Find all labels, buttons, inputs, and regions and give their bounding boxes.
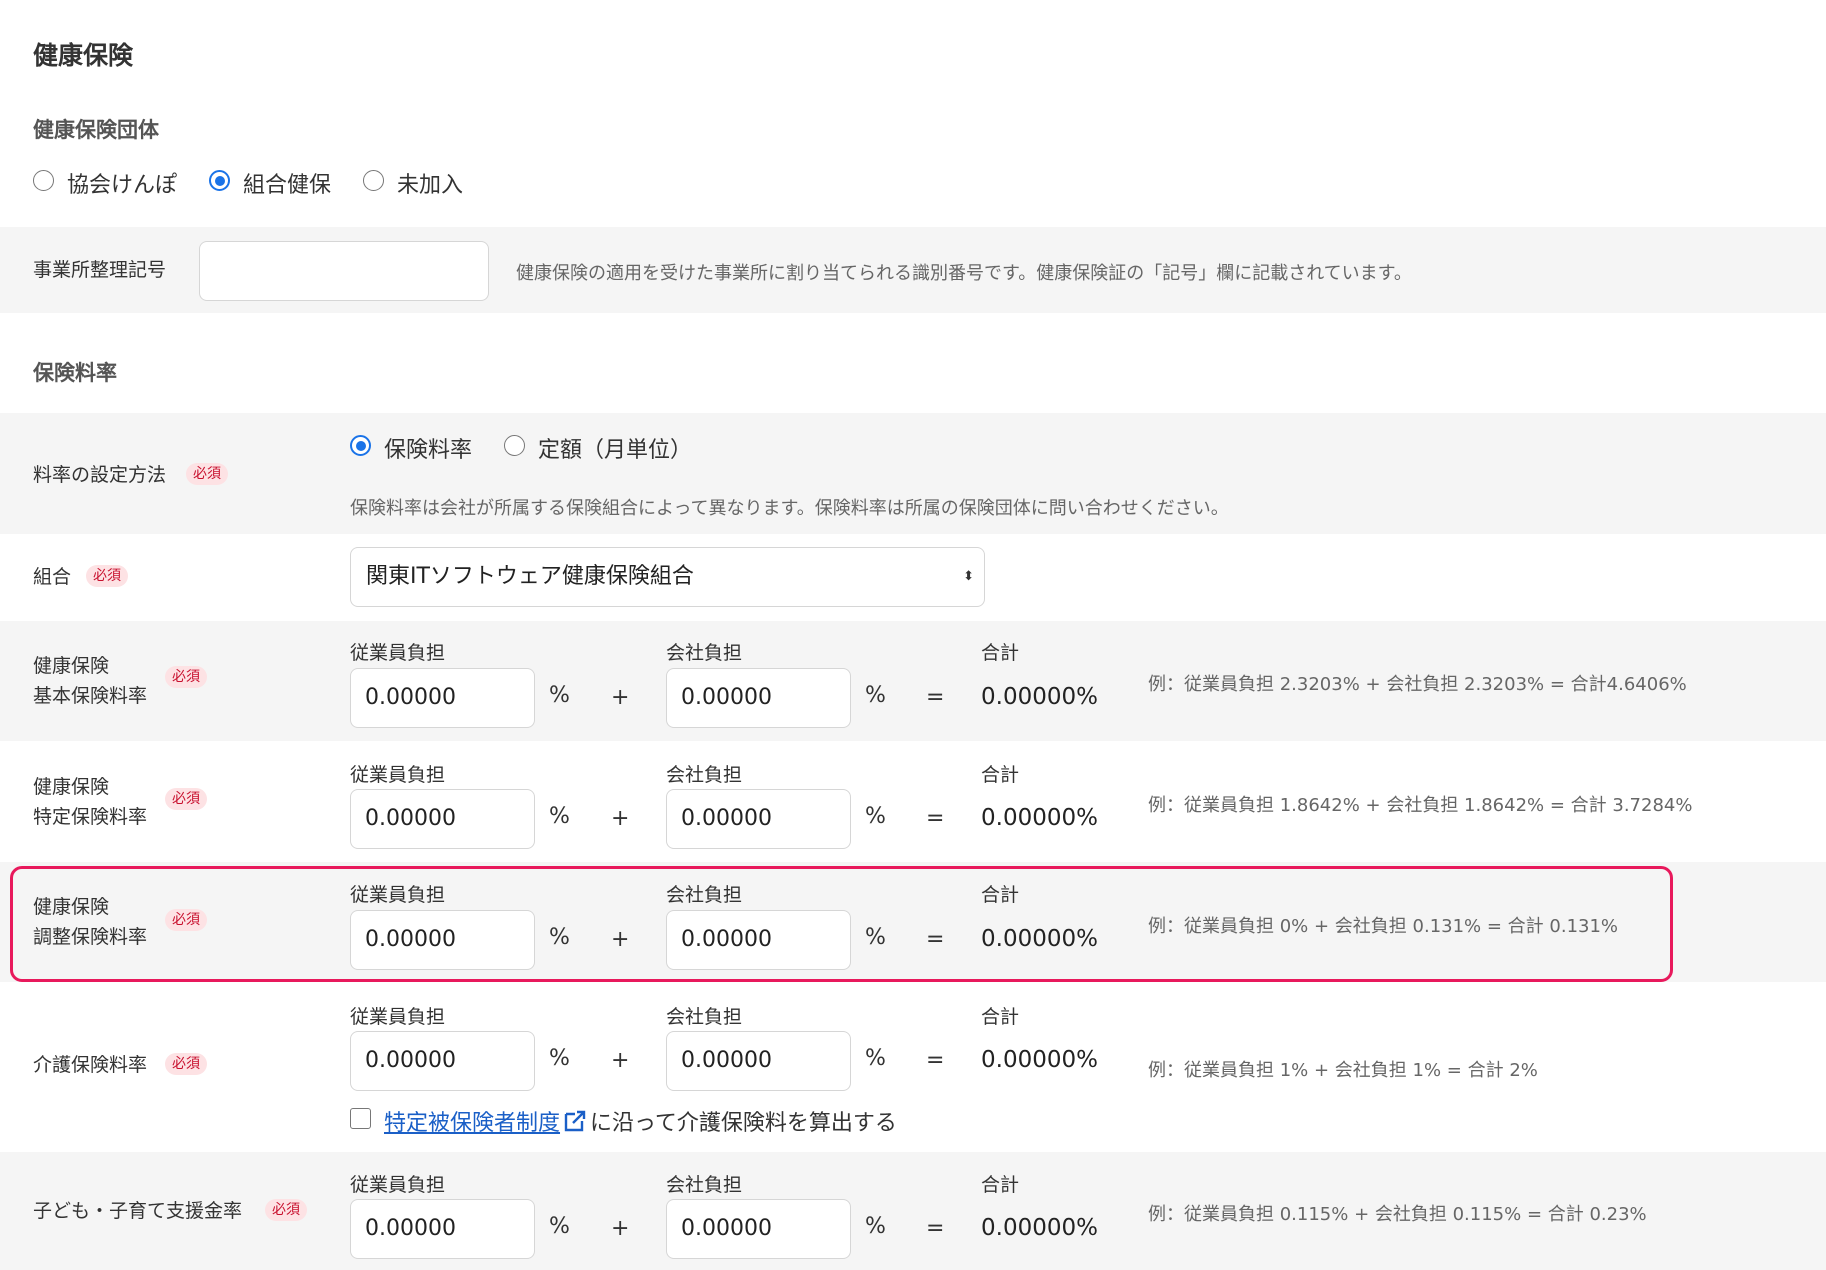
percent-sign: % xyxy=(865,1046,886,1071)
total-caption: 合計 xyxy=(981,642,1020,664)
company-input[interactable]: 0.00000 xyxy=(666,789,851,849)
plus-sign: + xyxy=(611,927,630,952)
rate-example: 例：従業員負担 2.3203% + 会社負担 2.3203% = 合計4.640… xyxy=(1148,674,1687,695)
required-badge: 必須 xyxy=(186,463,228,485)
employee-caption: 従業員負担 xyxy=(350,1006,446,1028)
employee-input[interactable]: 0.00000 xyxy=(350,1031,535,1091)
select-arrows-icon: ⬍ xyxy=(963,569,974,584)
percent-sign: % xyxy=(549,804,570,829)
external-link-icon[interactable] xyxy=(562,1108,588,1140)
care-checkbox[interactable] xyxy=(350,1108,371,1129)
employee-input[interactable]: 0.00000 xyxy=(350,1199,535,1259)
radio-kumiai-label[interactable]: 組合健保 xyxy=(243,167,331,199)
company-input[interactable]: 0.00000 xyxy=(666,910,851,970)
company-caption: 会社負担 xyxy=(666,642,743,664)
radio-kyokai[interactable] xyxy=(33,170,54,191)
rate-method-label: 料率の設定方法 xyxy=(33,464,167,486)
employee-caption: 従業員負担 xyxy=(350,764,446,786)
percent-sign: % xyxy=(549,1046,570,1071)
required-badge: 必須 xyxy=(86,565,128,587)
care-checkbox-label: 特定被保険者制度 に沿って介護保険料を算出する xyxy=(384,1105,897,1140)
total-value: 0.00000% xyxy=(981,1215,1098,1241)
page-title: 健康保険 xyxy=(33,41,134,70)
rate-row-label: 健康保険 xyxy=(33,655,110,677)
equals-sign: = xyxy=(926,685,945,710)
radio-mikanyu-label[interactable]: 未加入 xyxy=(397,167,463,199)
plus-sign: + xyxy=(611,1048,630,1073)
percent-sign: % xyxy=(549,683,570,708)
required-badge: 必須 xyxy=(165,788,207,810)
rate-row-label: 調整保険料率 xyxy=(33,926,148,948)
percent-sign: % xyxy=(865,683,886,708)
radio-kyokai-label[interactable]: 協会けんぽ xyxy=(67,167,177,199)
percent-sign: % xyxy=(865,925,886,950)
equals-sign: = xyxy=(926,927,945,952)
company-caption: 会社負担 xyxy=(666,1174,743,1196)
rate-example: 例：従業員負担 1.8642% + 会社負担 1.8642% = 合計 3.72… xyxy=(1148,795,1693,816)
radio-fixed-label[interactable]: 定額（月単位） xyxy=(538,432,692,464)
company-caption: 会社負担 xyxy=(666,764,743,786)
employee-input[interactable]: 0.00000 xyxy=(350,910,535,970)
percent-sign: % xyxy=(865,804,886,829)
union-label: 組合 xyxy=(33,566,72,588)
rate-row-label: 健康保険 xyxy=(33,896,110,918)
employee-input[interactable]: 0.00000 xyxy=(350,668,535,728)
rate-row-label: 介護保険料率 xyxy=(33,1054,148,1076)
required-badge: 必須 xyxy=(165,909,207,931)
total-value: 0.00000% xyxy=(981,805,1098,831)
radio-fixed[interactable] xyxy=(504,435,525,456)
company-input[interactable]: 0.00000 xyxy=(666,1031,851,1091)
equals-sign: = xyxy=(926,1048,945,1073)
union-select-value: 関東ITソフトウェア健康保険組合 xyxy=(366,564,694,589)
company-caption: 会社負担 xyxy=(666,884,743,906)
rate-row-label: 基本保険料率 xyxy=(33,685,148,707)
employee-caption: 従業員負担 xyxy=(350,642,446,664)
rate-row-label: 特定保険料率 xyxy=(33,806,148,828)
total-value: 0.00000% xyxy=(981,926,1098,952)
required-badge: 必須 xyxy=(165,666,207,688)
radio-mikanyu[interactable] xyxy=(363,170,384,191)
total-caption: 合計 xyxy=(981,1006,1020,1028)
equals-sign: = xyxy=(926,1216,945,1241)
union-select[interactable]: 関東ITソフトウェア健康保険組合 ⬍ xyxy=(350,547,985,607)
total-caption: 合計 xyxy=(981,764,1020,786)
care-link[interactable]: 特定被保険者制度 xyxy=(384,1111,560,1136)
company-input[interactable]: 0.00000 xyxy=(666,668,851,728)
radio-rate-label[interactable]: 保険料率 xyxy=(384,432,472,464)
office-code-label: 事業所整理記号 xyxy=(33,259,167,281)
employee-input[interactable]: 0.00000 xyxy=(350,789,535,849)
employee-caption: 従業員負担 xyxy=(350,1174,446,1196)
total-caption: 合計 xyxy=(981,884,1020,906)
plus-sign: + xyxy=(611,1216,630,1241)
percent-sign: % xyxy=(549,1214,570,1239)
equals-sign: = xyxy=(926,806,945,831)
required-badge: 必須 xyxy=(165,1053,207,1075)
rate-row-label: 子ども・子育て支援金率 xyxy=(33,1200,243,1222)
plus-sign: + xyxy=(611,685,630,710)
company-input[interactable]: 0.00000 xyxy=(666,1199,851,1259)
total-value: 0.00000% xyxy=(981,684,1098,710)
rate-row-label: 健康保険 xyxy=(33,776,110,798)
care-checkbox-text: に沿って介護保険料を算出する xyxy=(590,1111,897,1136)
office-code-hint: 健康保険の適用を受けた事業所に割り当てられる識別番号です。健康保険証の「記号」欄… xyxy=(516,263,1412,284)
radio-rate[interactable] xyxy=(350,435,371,456)
company-caption: 会社負担 xyxy=(666,1006,743,1028)
rate-method-hint: 保険料率は会社が所属する保険組合によって異なります。保険料率は所属の保険団体に問… xyxy=(350,498,1229,519)
plus-sign: + xyxy=(611,806,630,831)
rate-section-title: 保険料率 xyxy=(33,361,117,385)
radio-kumiai[interactable] xyxy=(209,170,230,191)
rate-example: 例：従業員負担 1% + 会社負担 1% = 合計 2% xyxy=(1148,1060,1538,1081)
total-caption: 合計 xyxy=(981,1174,1020,1196)
office-code-input[interactable] xyxy=(199,241,489,301)
percent-sign: % xyxy=(549,925,570,950)
percent-sign: % xyxy=(865,1214,886,1239)
rate-example: 例：従業員負担 0.115% + 会社負担 0.115% = 合計 0.23% xyxy=(1148,1204,1647,1225)
total-value: 0.00000% xyxy=(981,1047,1098,1073)
required-badge: 必須 xyxy=(265,1199,307,1221)
rate-example: 例：従業員負担 0% + 会社負担 0.131% = 合計 0.131% xyxy=(1148,916,1619,937)
health-group-title: 健康保険団体 xyxy=(33,118,159,142)
employee-caption: 従業員負担 xyxy=(350,884,446,906)
